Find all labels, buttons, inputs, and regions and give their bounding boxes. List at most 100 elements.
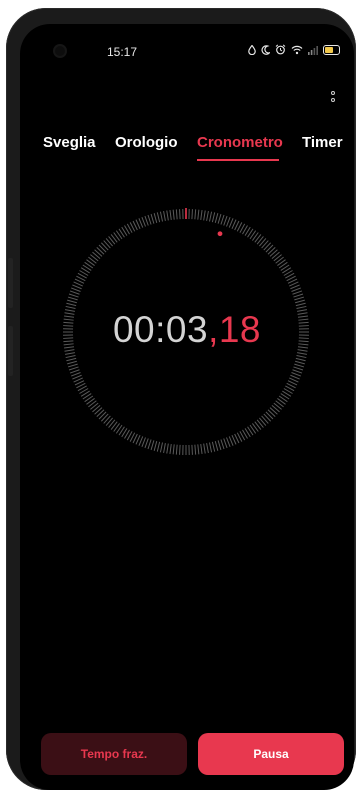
dial-tick: [220, 439, 225, 450]
dial-tick: [163, 443, 166, 454]
dial-tick: [226, 216, 231, 227]
dial-tick: [172, 444, 175, 455]
dial-tick: [295, 360, 305, 365]
dial-tick: [138, 218, 144, 228]
lap-button[interactable]: Tempo fraz.: [41, 733, 187, 775]
stopwatch-time: 00:03,18: [20, 309, 354, 351]
dial-tick: [206, 210, 209, 221]
dial-tick: [70, 287, 81, 292]
dial-tick: [293, 366, 304, 371]
pause-button[interactable]: Pausa: [198, 733, 344, 775]
volume-button: [8, 258, 13, 308]
dial-tick: [150, 213, 155, 224]
stopwatch-separator: ,: [208, 309, 219, 350]
dial-tick: [209, 211, 213, 222]
dial-tick: [147, 439, 152, 450]
dial-tick: [66, 357, 77, 362]
more-options-button[interactable]: [326, 84, 340, 108]
dial-tick: [294, 363, 305, 368]
dial-tick: [64, 352, 75, 355]
more-vertical-icon: [331, 90, 335, 95]
dial-tick: [156, 212, 161, 223]
battery-icon: [323, 44, 340, 55]
stopwatch-main: 00:03: [112, 309, 209, 350]
dial-tick: [197, 444, 200, 455]
dial-tick: [194, 209, 197, 220]
dial-tick: [147, 214, 152, 225]
moon-icon: [261, 44, 270, 55]
dial-tick: [292, 369, 303, 374]
dial-tick: [197, 209, 200, 220]
dial-tick: [211, 212, 216, 223]
dial-tick: [200, 443, 203, 455]
dial-tick: [290, 374, 300, 380]
dial-tick: [175, 444, 178, 455]
dial-tick: [159, 442, 163, 453]
dial-tick: [217, 213, 222, 224]
phone-frame: 15:17 Sveglia Orologio Cronometro Timer …: [6, 8, 356, 790]
signal-icon: [308, 45, 318, 55]
water-drop-icon: [248, 44, 256, 55]
front-camera: [55, 46, 65, 56]
dial-tick: [163, 210, 166, 221]
dial-tick: [223, 438, 228, 449]
dial-tick: [68, 366, 79, 371]
dial-tick: [153, 441, 158, 451]
dial-tick: [295, 299, 305, 304]
dial-tick: [211, 441, 216, 452]
dial-tick: [226, 437, 231, 448]
dial-tick: [65, 355, 76, 359]
dial-tick: [67, 296, 78, 301]
dial-tick: [69, 290, 80, 295]
dial-tick: [67, 363, 78, 368]
dial-tick: [209, 442, 213, 453]
dial-progress-dot: [217, 231, 223, 237]
dial-tick: [292, 290, 303, 295]
dial-tick: [169, 443, 172, 455]
dial-tick: [144, 438, 149, 449]
dial-tick: [290, 284, 300, 290]
tab-orologio[interactable]: Orologio: [115, 134, 178, 151]
dial-tick: [217, 440, 222, 451]
dial-tick: [150, 440, 155, 451]
dial-tick: [295, 357, 306, 362]
dial-tick: [228, 218, 234, 228]
status-icons: [248, 44, 340, 55]
dial-tick: [68, 293, 79, 298]
dial-tick: [169, 209, 172, 221]
dial-tick: [166, 210, 169, 221]
dial-tick: [144, 215, 149, 226]
dial-tick: [293, 293, 304, 298]
stopwatch-hundredths: 18: [218, 309, 262, 350]
dial-tick: [291, 372, 302, 377]
wifi-icon: [291, 45, 303, 54]
tab-timer[interactable]: Timer: [302, 134, 343, 151]
dial-tick: [203, 210, 206, 221]
screen: 15:17 Sveglia Orologio Cronometro Timer …: [20, 24, 354, 790]
dial-tick: [179, 444, 181, 455]
dial-tick: [295, 302, 306, 307]
dial-tick: [194, 444, 197, 455]
dial-tick: [220, 214, 225, 225]
dial-tick: [214, 441, 219, 451]
dial-tick: [228, 436, 234, 446]
dial-tick: [153, 213, 158, 223]
dial-tick: [159, 211, 163, 222]
dial-tick: [67, 299, 77, 304]
tab-active-indicator: [197, 159, 279, 161]
dial-tick: [223, 215, 228, 226]
tab-sveglia[interactable]: Sveglia: [43, 134, 96, 151]
dial-tick: [179, 209, 181, 220]
status-time: 15:17: [107, 45, 138, 59]
dial-tick: [70, 372, 81, 377]
tab-cronometro[interactable]: Cronometro: [197, 134, 283, 151]
dial-tick: [191, 444, 193, 455]
dial-tick: [156, 441, 161, 452]
dial-tick: [296, 355, 307, 359]
dial-tick: [191, 209, 193, 220]
dial-tick: [214, 213, 219, 223]
dial-tick: [67, 360, 77, 365]
alarm-icon: [275, 44, 286, 55]
dial-tick: [72, 284, 82, 290]
dial-tick: [291, 287, 302, 292]
